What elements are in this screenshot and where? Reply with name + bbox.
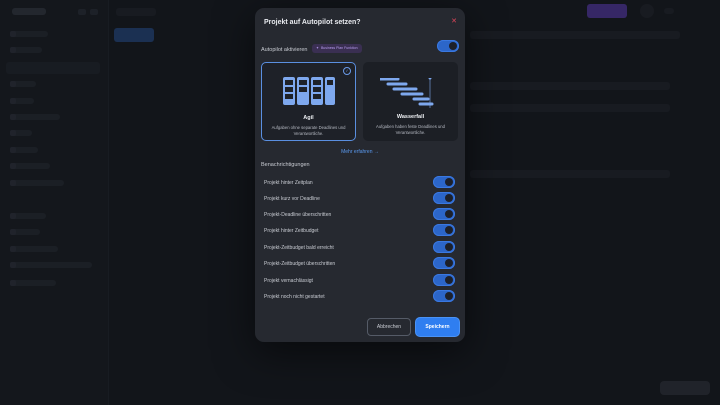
notification-label: Projekt-Zeitbudget überschritten: [264, 261, 336, 267]
toggle-knob: [445, 178, 453, 186]
autopilot-toggle[interactable]: [437, 40, 459, 52]
notification-toggle[interactable]: [433, 176, 455, 188]
notification-toggle[interactable]: [433, 192, 455, 204]
card-wasserfall[interactable]: Wasserfall Aufgaben haben feste Deadline…: [363, 62, 458, 141]
notification-label: Projekt-Zeitbudget bald erreicht: [264, 245, 334, 251]
cancel-button[interactable]: Abbrechen: [367, 318, 411, 336]
notification-toggle[interactable]: [433, 208, 455, 220]
close-icon[interactable]: ✕: [451, 17, 457, 25]
notification-toggle[interactable]: [433, 224, 455, 236]
autopilot-modal: Projekt auf Autopilot setzen? ✕ Autopilo…: [255, 8, 465, 342]
toggle-knob: [445, 210, 453, 218]
notification-label: Projekt kurz vor Deadline: [264, 196, 320, 202]
learn-more-label: Mehr erfahren: [341, 149, 373, 155]
toggle-knob: [445, 259, 453, 267]
business-plan-badge: ✦ Business Plan Funktion: [312, 44, 362, 53]
card-agil[interactable]: ✓ Agil Aufgaben ohne separate Deadlines …: [261, 62, 356, 141]
notification-label: Projekt vernachlässigt: [264, 278, 313, 284]
notification-toggle[interactable]: [433, 257, 455, 269]
badge-label: Business Plan Funktion: [320, 46, 358, 50]
notification-label: Projekt hinter Zeitplan: [264, 180, 313, 186]
learn-more-link[interactable]: Mehr erfahren →: [255, 149, 465, 155]
notification-label: Projekt hinter Zeitbudget: [264, 228, 319, 234]
toggle-knob: [445, 194, 453, 202]
save-button[interactable]: Speichern: [416, 318, 459, 336]
toggle-knob: [449, 42, 457, 50]
card-title: Wasserfall: [396, 114, 425, 120]
notification-toggle[interactable]: [433, 274, 455, 286]
lock-icon: ✦: [316, 46, 319, 50]
card-title: Agil: [303, 115, 314, 121]
notification-label: Projekt-Deadline überschritten: [264, 212, 332, 218]
toggle-knob: [445, 226, 453, 234]
toggle-knob: [445, 243, 453, 251]
toggle-knob: [445, 276, 453, 284]
arrow-right-icon: →: [373, 149, 379, 155]
modal-title: Projekt auf Autopilot setzen?: [264, 19, 361, 26]
card-description: Aufgaben ohne separate Deadlines und Ver…: [271, 125, 346, 136]
notifications-heading: Benachrichtigungen: [261, 162, 310, 168]
card-description: Aufgaben haben feste Deadlines und Veran…: [376, 124, 445, 135]
kanban-icon: [283, 77, 335, 105]
toggle-knob: [445, 292, 453, 300]
gantt-icon: [380, 78, 434, 108]
check-icon: ✓: [343, 67, 351, 75]
autopilot-label: Autopilot aktivieren: [261, 47, 308, 53]
notification-label: Projekt noch nicht gestartet: [264, 294, 325, 300]
notification-toggle[interactable]: [433, 241, 455, 253]
notification-toggle[interactable]: [433, 290, 455, 302]
